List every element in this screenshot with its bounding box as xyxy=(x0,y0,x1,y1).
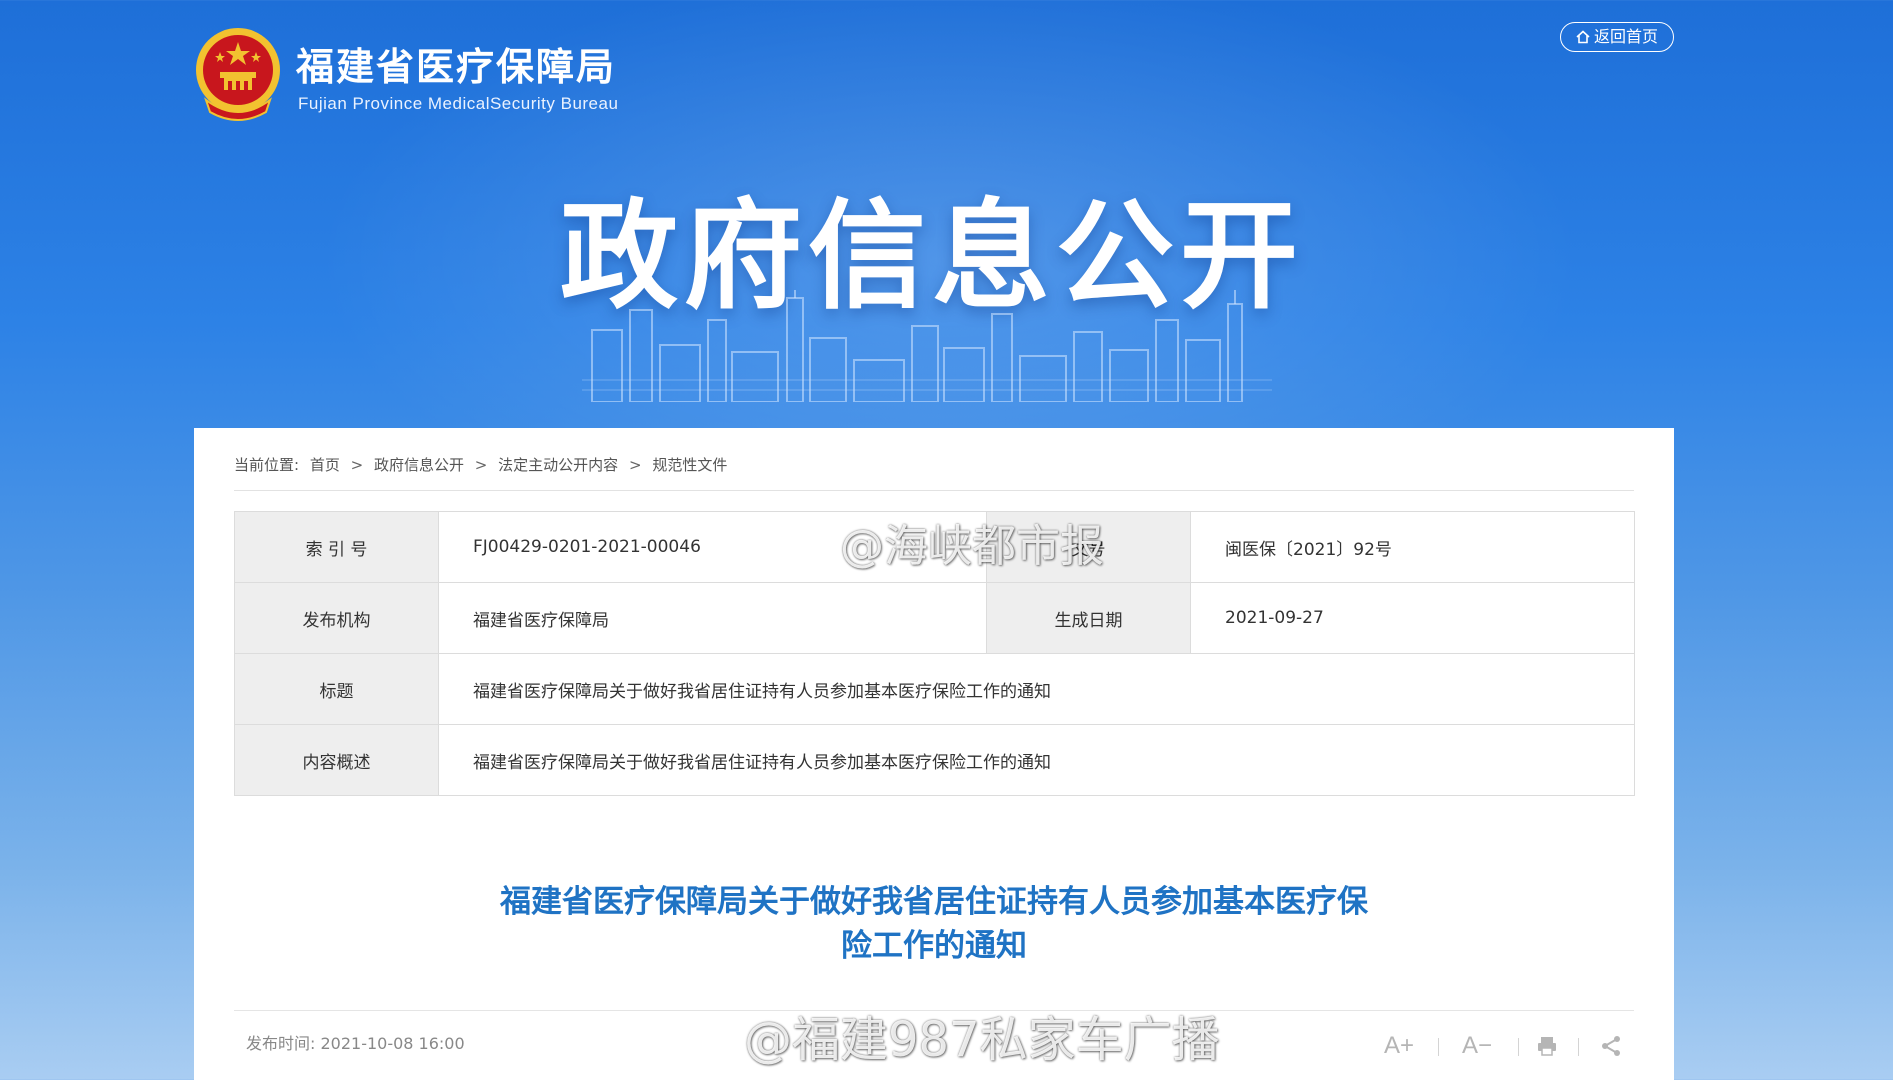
city-skyline-graphic xyxy=(582,290,1272,402)
document-number-value: 闽医保〔2021〕92号 xyxy=(1190,511,1635,583)
watermark-top-text: @海峡都市报 xyxy=(840,521,1104,572)
breadcrumb-label: 当前位置: xyxy=(234,456,300,474)
font-decrease-button[interactable]: A− xyxy=(1462,1028,1492,1064)
summary-value: 福建省医疗保障局关于做好我省居住证持有人员参加基本医疗保险工作的通知 xyxy=(438,724,1635,796)
share-button[interactable] xyxy=(1600,1028,1622,1064)
article-title: 福建省医疗保障局关于做好我省居住证持有人员参加基本医疗保 险工作的通知 xyxy=(374,880,1494,968)
share-icon xyxy=(1602,1036,1620,1056)
article-title-line: 险工作的通知 xyxy=(841,928,1027,964)
publisher-label: 发布机构 xyxy=(234,582,439,654)
breadcrumb-statutory-content[interactable]: 法定主动公开内容 xyxy=(498,454,618,475)
weibo-icon xyxy=(764,521,828,568)
title-value: 福建省医疗保障局关于做好我省居住证持有人员参加基本医疗保险工作的通知 xyxy=(438,653,1635,725)
breadcrumb-separator: > xyxy=(350,456,364,474)
home-icon xyxy=(1576,30,1590,44)
font-increase-button[interactable]: A+ xyxy=(1384,1028,1414,1064)
site-name-cn: 福建省医疗保障局 xyxy=(296,45,617,89)
printer-icon xyxy=(1538,1037,1556,1056)
watermark-top: @海峡都市报 xyxy=(762,510,1104,574)
breadcrumb-separator: > xyxy=(474,456,488,474)
created-date-label: 生成日期 xyxy=(986,582,1191,654)
table-row: 发布机构 福建省医疗保障局 生成日期 2021-09-27 xyxy=(234,582,1635,654)
divider xyxy=(1578,1038,1579,1056)
breadcrumb-normative-docs[interactable]: 规范性文件 xyxy=(652,454,727,475)
divider xyxy=(1518,1038,1519,1056)
print-button[interactable] xyxy=(1536,1028,1558,1064)
breadcrumb-gov-info[interactable]: 政府信息公开 xyxy=(374,454,464,475)
index-number-label: 索 引 号 xyxy=(234,511,439,583)
title-label: 标题 xyxy=(234,653,439,725)
publish-time: 发布时间: 2021-10-08 16:00 xyxy=(246,1034,465,1053)
watermark-bottom-text: @福建987私家车广播 xyxy=(744,1012,1220,1068)
breadcrumb-separator: > xyxy=(628,456,642,474)
site-name-en: Fujian Province MedicalSecurity Bureau xyxy=(298,94,619,113)
table-row: 内容概述 福建省医疗保障局关于做好我省居住证持有人员参加基本医疗保险工作的通知 xyxy=(234,724,1635,796)
summary-label: 内容概述 xyxy=(234,724,439,796)
site-logo[interactable]: 福建省医疗保障局 Fujian Province MedicalSecurity… xyxy=(192,26,672,126)
article-title-line: 福建省医疗保障局关于做好我省居住证持有人员参加基本医疗保 xyxy=(500,884,1368,920)
divider xyxy=(1438,1038,1439,1056)
table-row: 标题 福建省医疗保障局关于做好我省居住证持有人员参加基本医疗保险工作的通知 xyxy=(234,653,1635,725)
watermark-bottom: @福建987私家车广播 xyxy=(666,1000,1220,1070)
back-home-button[interactable]: 返回首页 xyxy=(1560,22,1674,52)
breadcrumb: 当前位置: 首页 > 政府信息公开 > 法定主动公开内容 > 规范性文件 xyxy=(234,454,1634,491)
created-date-value: 2021-09-27 xyxy=(1190,582,1635,654)
back-home-label: 返回首页 xyxy=(1593,27,1658,46)
national-emblem-icon xyxy=(196,28,280,121)
article-tools: A+ A− xyxy=(1384,1028,1634,1068)
breadcrumb-home[interactable]: 首页 xyxy=(310,454,340,475)
publisher-value: 福建省医疗保障局 xyxy=(438,582,987,654)
weibo-icon xyxy=(668,1016,732,1063)
